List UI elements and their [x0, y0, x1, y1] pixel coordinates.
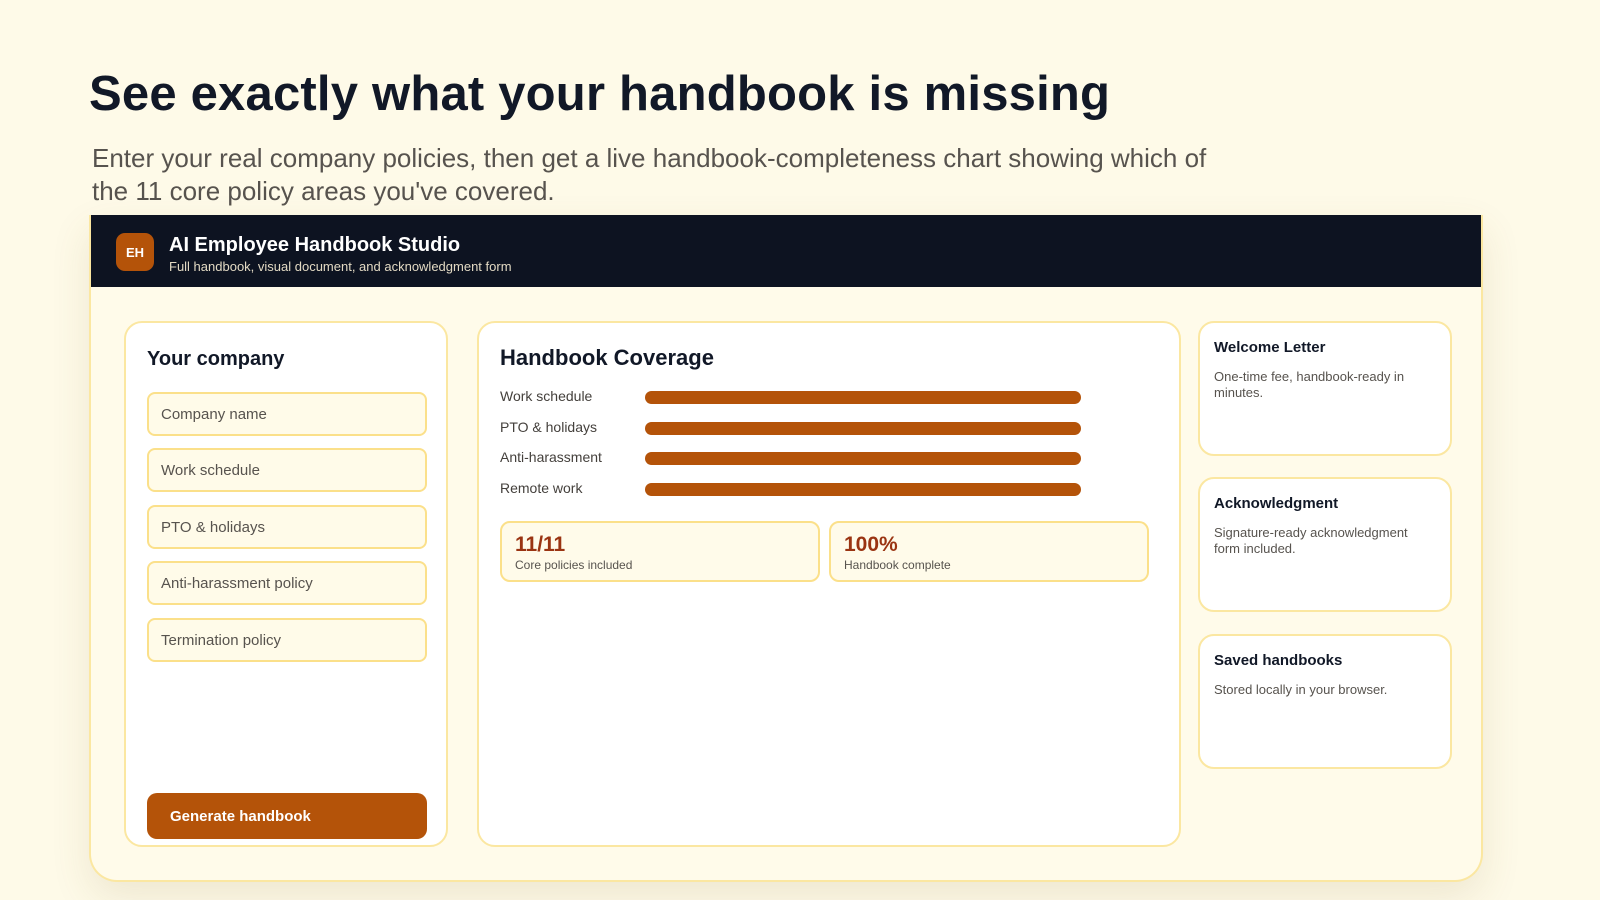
stat-value: 11/11	[515, 533, 566, 556]
bar	[645, 421, 1081, 435]
stat-card-policies: 11/11 Core policies included	[500, 521, 820, 582]
stat-label: Core policies included	[515, 558, 633, 572]
acknowledgment-card[interactable]: Acknowledgment Signature-ready acknowled…	[1198, 477, 1452, 612]
bar-track	[645, 391, 1081, 404]
saved-handbooks-card[interactable]: Saved handbooks Stored locally in your b…	[1198, 634, 1452, 769]
bar-track	[645, 421, 1081, 435]
welcome-letter-card[interactable]: Welcome Letter One-time fee, handbook-re…	[1198, 321, 1452, 456]
page-headline: See exactly what your handbook is missin…	[89, 67, 1111, 121]
company-form-heading: Your company	[147, 348, 285, 370]
app-subtitle: Full handbook, visual document, and ackn…	[169, 259, 512, 274]
bar-label: PTO & holidays	[500, 418, 598, 435]
chart-title: Handbook Coverage	[500, 345, 714, 370]
stat-value: 100%	[844, 533, 898, 556]
coverage-bar-row: Work schedule	[500, 387, 1140, 407]
bar-track	[645, 452, 1081, 465]
pto-holidays-input[interactable]	[147, 505, 427, 549]
bar	[645, 391, 1081, 404]
bar-track	[645, 482, 1081, 496]
generate-handbook-button[interactable]: Generate handbook	[147, 793, 427, 839]
bar-label: Anti-harassment	[500, 449, 602, 465]
card-title: Acknowledgment	[1214, 495, 1339, 512]
app-titlebar: EH AI Employee Handbook Studio Full hand…	[91, 215, 1481, 287]
app-logo: EH	[116, 233, 154, 271]
company-name-input[interactable]	[147, 392, 427, 436]
card-title: Saved handbooks	[1214, 652, 1343, 669]
page-subhead: Enter your real company policies, then g…	[92, 143, 1207, 206]
coverage-bar-row: PTO & holidays	[500, 418, 1140, 438]
termination-policy-input[interactable]	[147, 618, 427, 662]
card-title: Welcome Letter	[1214, 339, 1326, 356]
app-title: AI Employee Handbook Studio	[169, 234, 461, 256]
coverage-bar-row: Anti-harassment	[500, 448, 1140, 468]
bar	[645, 452, 1081, 465]
company-form-panel: Your company Generate handbook	[124, 321, 448, 847]
app-window: EH AI Employee Handbook Studio Full hand…	[89, 215, 1483, 882]
bar-label: Work schedule	[500, 388, 593, 404]
anti-harassment-policy-input[interactable]	[147, 561, 427, 605]
coverage-bar-row: Remote work	[500, 479, 1140, 499]
stat-card-completion: 100% Handbook complete	[829, 521, 1149, 582]
card-description: Signature-ready acknowledgment form incl…	[1214, 525, 1408, 556]
card-description: Stored locally in your browser.	[1214, 682, 1388, 697]
stat-label: Handbook complete	[844, 558, 951, 572]
card-description: One-time fee, handbook-ready in minutes.	[1214, 369, 1405, 400]
work-schedule-input[interactable]	[147, 448, 427, 492]
bar-label: Remote work	[500, 479, 583, 496]
coverage-panel: Handbook Coverage Work schedule PTO & hol…	[477, 321, 1181, 847]
bar	[645, 482, 1081, 496]
